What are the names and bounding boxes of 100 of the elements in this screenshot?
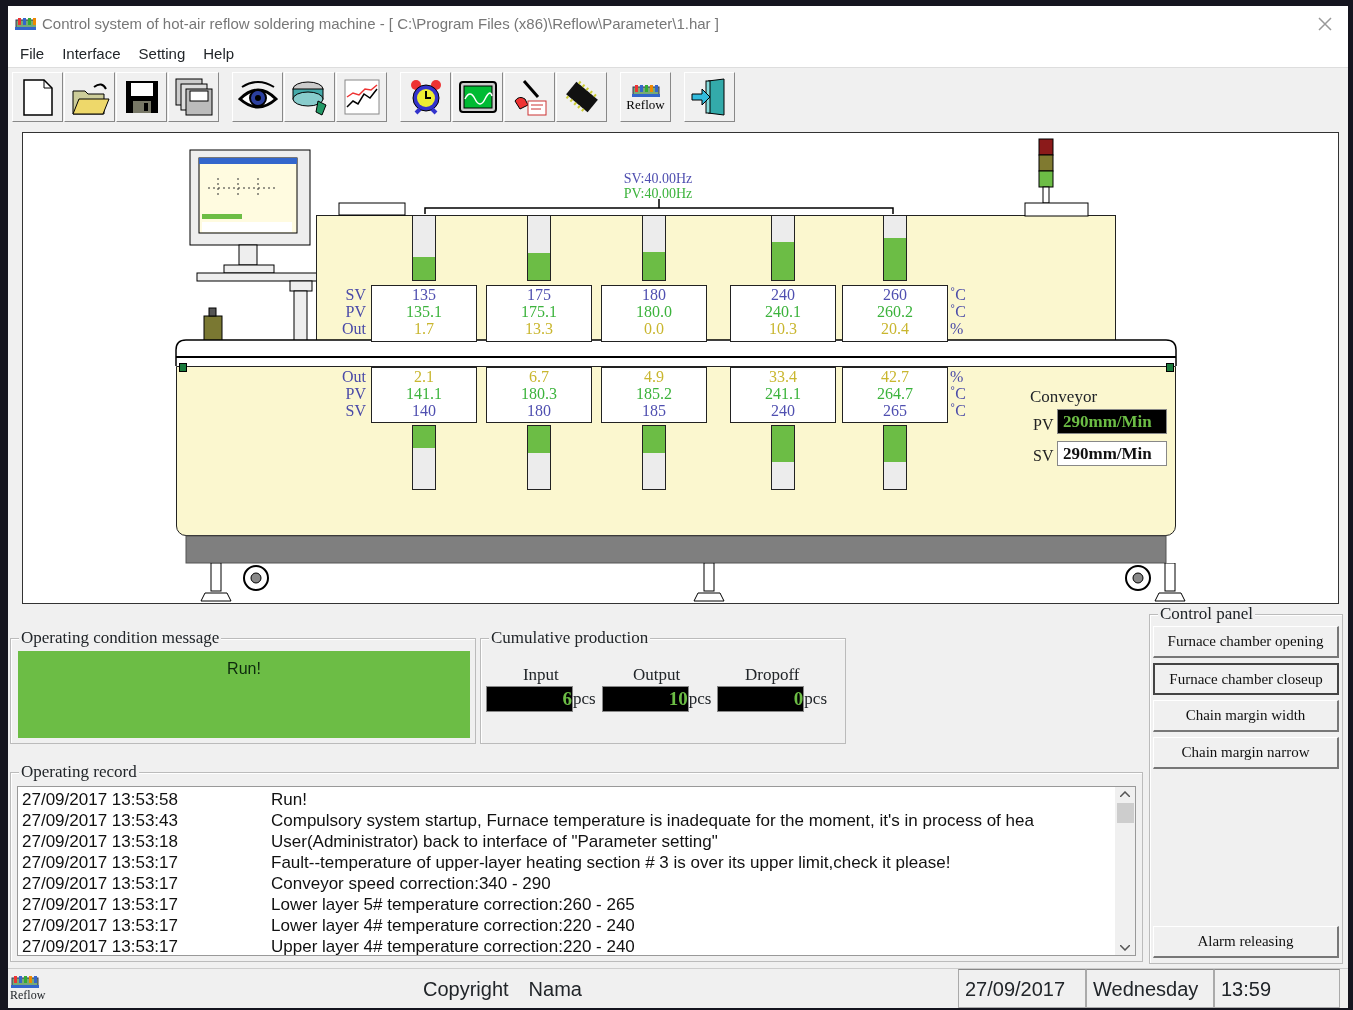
log-message: Lower layer 5# temperature correction:260 - 265 (271, 894, 635, 916)
heater-level-bar (883, 424, 907, 490)
icon-label: Reflow (10, 989, 46, 1003)
zone-readout: 4.9 185.2 185 (601, 366, 707, 423)
toolbar-button[interactable] (452, 71, 503, 122)
zone-readout: 135 135.1 1.7 (371, 284, 477, 342)
control-button[interactable]: Chain margin width (1153, 700, 1339, 733)
unit-label: ˚C (950, 285, 967, 303)
menu-item[interactable]: Setting (138, 43, 186, 66)
menu-item[interactable]: File (20, 43, 45, 66)
rail-marker-icon (179, 362, 187, 372)
unit-label: pcs (573, 688, 596, 711)
reflow-machine-icon (10, 973, 40, 990)
unit-label: ˚C (950, 401, 967, 419)
heater-level-bar (642, 424, 666, 490)
toolbar-button[interactable] (400, 71, 451, 122)
copyright-text: Copyright (423, 976, 509, 1002)
row-label: PV (1033, 415, 1054, 433)
log-time: 27/09/2017 13:53:18 (22, 831, 179, 853)
zone-readout: 42.7 264.7 265 (842, 366, 948, 423)
toolbar-button[interactable] (684, 71, 735, 122)
toolbar-button[interactable] (232, 71, 283, 122)
window-title: Control system of hot-air reflow soldering machine - [ C:\Program Files (x86)\Reflow\Parameter\1.har ] (42, 13, 719, 34)
log-message: Conveyor speed correction:340 - 290 (271, 873, 551, 895)
status-time: 13:59 (1214, 969, 1340, 1008)
toolbar-button[interactable] (504, 71, 555, 122)
log-message: Lower layer 4# temperature correction:220 - 240 (271, 915, 635, 937)
row-label: Out (341, 367, 366, 385)
row-label: SV (1033, 446, 1054, 464)
scroll-down-icon (1120, 945, 1130, 952)
scroll-up-icon (1120, 791, 1130, 798)
heater-level-bar (412, 424, 436, 490)
control-button[interactable]: Furnace chamber closeup (1153, 663, 1339, 696)
row-label: PV (344, 384, 366, 402)
log-message: Upper layer 4# temperature correction:220 - 240 (271, 936, 635, 956)
speed-display: 290mm/Min (1057, 408, 1167, 434)
status-date: 27/09/2017 (958, 969, 1086, 1008)
owner-name: Nama (528, 976, 582, 1002)
rail-marker-icon (1166, 362, 1174, 372)
speed-field[interactable]: 290mm/Min (1057, 440, 1167, 466)
row-label: Out (341, 319, 366, 337)
unit-label: pcs (688, 688, 712, 711)
row-label: PV (344, 302, 366, 320)
log-time: 27/09/2017 13:53:43 (22, 810, 179, 832)
toolbar-button[interactable] (556, 71, 607, 122)
toolbar-button[interactable] (12, 71, 63, 122)
counter-label: Output (632, 664, 681, 687)
zone-readout: 2.1 141.1 140 (371, 366, 477, 423)
group-title: Cumulative production (489, 628, 651, 649)
counter-label: Dropoff (744, 664, 800, 687)
toolbar-button[interactable] (116, 71, 167, 122)
unit-label: ˚C (950, 384, 967, 402)
lid-drawing (338, 201, 406, 216)
toolbar-button[interactable] (168, 71, 219, 122)
heater-level-bar (527, 424, 551, 490)
bottle-drawing (202, 305, 224, 342)
counter-display: 6 (486, 686, 573, 713)
scroll-thumb[interactable] (1116, 803, 1134, 824)
log-message: Compulsory system startup, Furnace temperature is inadequate for the moment, it's in process of hea (271, 810, 1034, 832)
floppy-disks-icon (173, 76, 214, 117)
zone-readout: 175 175.1 13.3 (486, 284, 592, 342)
toolbar-button[interactable] (284, 71, 335, 122)
scrollbar[interactable] (1115, 787, 1135, 956)
log-time: 27/09/2017 13:53:17 (22, 852, 179, 874)
unit-label: ˚C (950, 302, 967, 320)
control-button[interactable]: Alarm releasing (1153, 926, 1339, 959)
status-weekday: Wednesday (1086, 969, 1214, 1008)
zone-readout: 260 260.2 20.4 (842, 284, 948, 342)
toolbar-button[interactable] (64, 71, 115, 122)
zone-readout: 6.7 180.3 180 (486, 366, 592, 423)
row-label: SV (344, 285, 366, 303)
speed-setting: SV:40.00Hz (622, 170, 694, 186)
zone-readout: 33.4 241.1 240 (730, 366, 836, 423)
counter-display: 10 (601, 686, 689, 713)
zone-readout: 240 240.1 10.3 (730, 284, 836, 342)
heater-level-bar (771, 424, 795, 490)
group-title: Control panel (1158, 604, 1255, 625)
speed-reading: PV:40.00Hz (622, 185, 694, 201)
log-time: 27/09/2017 13:53:17 (22, 873, 179, 895)
heater-level-bar (527, 214, 551, 281)
log-time: 27/09/2017 13:53:17 (22, 915, 179, 937)
line-chart-icon (341, 76, 382, 117)
menu-item[interactable]: Interface (62, 43, 121, 66)
heater-level-bar (642, 214, 666, 281)
row-label: SV (344, 401, 366, 419)
control-button[interactable]: Chain margin narrow (1153, 737, 1339, 770)
zone-readout: 180 180.0 0.0 (601, 284, 707, 342)
log-message: User(Administrator) back to interface of "Parameter setting" (271, 831, 718, 853)
unit-label: % (950, 319, 965, 337)
control-button[interactable]: Furnace chamber opening (1153, 626, 1339, 659)
status-message: Run! (18, 651, 470, 739)
log-message: Fault--temperature of upper-layer heating section # 3 is over its upper limit,check it please! (271, 852, 951, 874)
unit-label: % (950, 367, 965, 385)
counter-display: 0 (717, 686, 805, 713)
heater-level-bar (412, 214, 436, 281)
conveyor-title: Conveyor (1030, 385, 1098, 408)
reflow-button[interactable]: Reflow (620, 71, 671, 122)
close-icon[interactable] (1318, 16, 1332, 31)
menu-item[interactable]: Help (203, 43, 235, 66)
group-title: Operating condition message (19, 628, 222, 649)
